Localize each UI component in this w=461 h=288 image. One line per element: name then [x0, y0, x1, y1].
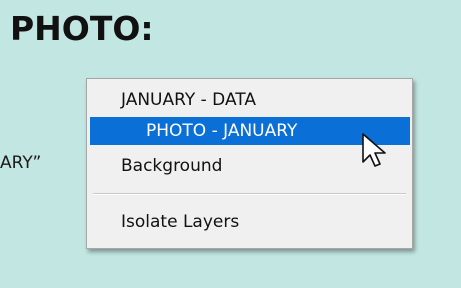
truncated-layer-label: ARY”	[0, 153, 42, 173]
menu-separator	[93, 193, 406, 195]
arrow-cursor-icon	[362, 133, 386, 167]
menu-item-label: PHOTO - JANUARY	[146, 121, 298, 141]
page-heading: PHOTO:	[10, 9, 154, 48]
menu-item-january-data[interactable]: JANUARY - DATA	[87, 85, 412, 115]
menu-item-label: Isolate Layers	[121, 212, 240, 232]
menu-item-label: Background	[121, 156, 223, 176]
menu-item-label: JANUARY - DATA	[121, 90, 256, 110]
menu-item-isolate-layers[interactable]: Isolate Layers	[87, 207, 412, 237]
